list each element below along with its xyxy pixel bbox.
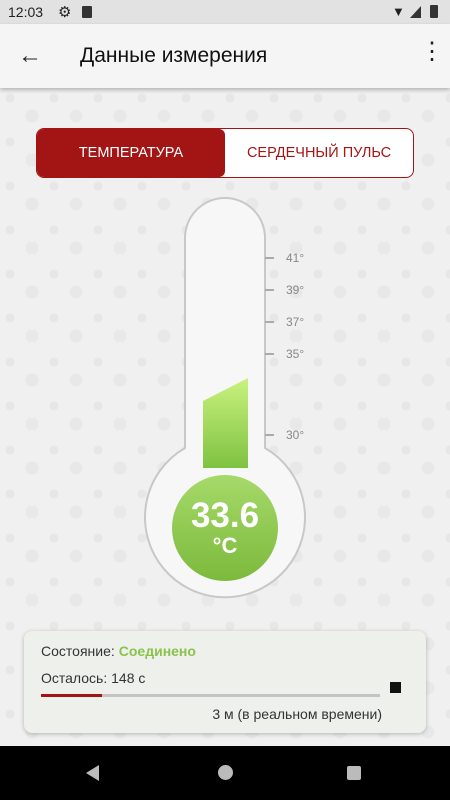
measurement-content: ТЕМПЕРАТУРА СЕРДЕЧНЫЙ ПУЛЬС 41° 39° 37° … bbox=[0, 88, 450, 746]
measurement-progress bbox=[41, 694, 380, 697]
nav-recents-icon[interactable] bbox=[347, 766, 361, 780]
duration-text: 3 м (в реальном времени) bbox=[212, 706, 382, 722]
wifi-icon: ▼ bbox=[392, 4, 405, 19]
tick-label-37: 37° bbox=[286, 315, 305, 329]
remaining-time: Осталось: 148 с bbox=[41, 670, 146, 686]
signal-icon bbox=[410, 6, 421, 18]
status-card: Состояние: Соединено Осталось: 148 с 3 м … bbox=[24, 631, 426, 733]
temperature-unit: °C bbox=[212, 533, 238, 558]
nav-back-icon[interactable] bbox=[86, 765, 99, 781]
gear-icon: ⚙ bbox=[58, 4, 72, 21]
progress-fill bbox=[41, 694, 103, 697]
stop-button[interactable] bbox=[390, 682, 401, 693]
more-vert-icon[interactable]: ⋮ bbox=[420, 40, 444, 64]
tick-label-30: 30° bbox=[286, 428, 305, 442]
status-time: 12:03 bbox=[8, 4, 44, 20]
temperature-value: 33.6 bbox=[190, 496, 260, 535]
tick-label-35: 35° bbox=[286, 347, 305, 361]
temperature-readout: 33.6 °C bbox=[175, 498, 275, 558]
state-label: Состояние: bbox=[41, 643, 115, 659]
tick-label-39: 39° bbox=[286, 283, 305, 297]
nav-home-icon[interactable] bbox=[218, 765, 233, 780]
sd-card-icon bbox=[82, 6, 92, 18]
app-bar: ← Данные измерения ⋮ bbox=[0, 24, 450, 88]
system-nav-bar bbox=[0, 746, 450, 800]
thermometer-scale bbox=[265, 257, 274, 436]
state-value: Соединено bbox=[118, 643, 196, 659]
tick-label-41: 41° bbox=[286, 251, 305, 265]
battery-icon bbox=[430, 5, 438, 18]
connection-state: Состояние: Соединено bbox=[41, 643, 196, 659]
back-arrow-icon[interactable]: ← bbox=[18, 42, 42, 70]
page-title: Данные измерения bbox=[80, 44, 268, 67]
status-bar: 12:03 ⚙ ▼ bbox=[0, 0, 450, 24]
